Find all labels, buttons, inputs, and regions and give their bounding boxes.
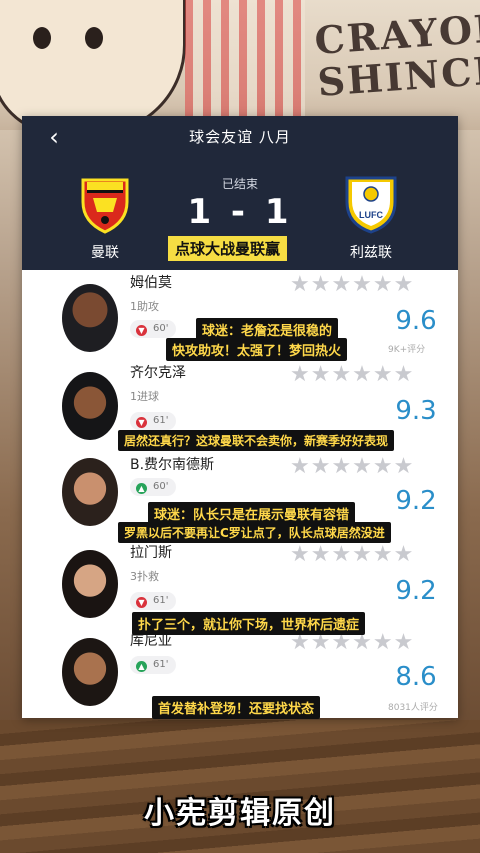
player-name: 齐尔克泽 [130, 365, 186, 381]
caption-line: 快攻助攻！太强了！梦回热火 [166, 338, 348, 361]
star-rating-icon[interactable]: ★★★★★★ [290, 542, 414, 567]
away-team-name[interactable]: 利兹联 [326, 242, 416, 262]
player-avatar [62, 550, 118, 618]
player-rating: 9.6 [395, 306, 437, 336]
leeds-united-crest-icon: LUFC [345, 176, 397, 234]
caption-line: 扑了三个，就让你下场，世界杯后遗症 [132, 612, 366, 635]
page-title: 球会友谊 八月 [189, 128, 291, 146]
sub-off-icon: ▼ [136, 417, 147, 428]
sub-minute: 61' [153, 595, 169, 606]
player-avatar [62, 638, 118, 706]
star-rating-icon[interactable]: ★★★★★★ [290, 272, 414, 297]
home-team-crest[interactable] [70, 172, 140, 238]
player-name: 姆伯莫 [130, 275, 172, 291]
player-name: B.费尔南德斯 [130, 457, 215, 473]
player-rating: 8.6 [395, 662, 437, 692]
sub-minute: 60' [153, 323, 169, 334]
sub-minute: 61' [153, 415, 169, 426]
player-avatar [62, 372, 118, 440]
rating-count: 9K+评分 [388, 345, 426, 355]
substitution-pill: ▼ 61' [130, 592, 177, 610]
substitution-pill: ▼ 61' [130, 412, 177, 430]
rating-count: 8031人评分 [388, 703, 438, 713]
substitution-pill: ▲ 60' [130, 478, 177, 496]
player-stat: 1助攻 [130, 300, 159, 313]
sub-minute: 61' [153, 659, 169, 670]
sub-off-icon: ▼ [136, 597, 147, 608]
background-brand-text: CRAYON SHINCHAN [313, 4, 480, 105]
player-avatar [62, 284, 118, 352]
player-name: 拉门斯 [130, 545, 172, 561]
player-stat: 3扑救 [130, 570, 159, 583]
sub-minute: 60' [153, 481, 169, 492]
away-crest-text: LUFC [359, 210, 383, 220]
player-stat: 1进球 [130, 390, 159, 403]
sub-on-icon: ▲ [136, 661, 147, 672]
away-team-crest[interactable]: LUFC [336, 172, 406, 238]
background-pattern [185, 0, 305, 120]
caption-main: 点球大战曼联赢 [168, 236, 288, 261]
background-wood-table [0, 720, 480, 853]
substitution-pill: ▲ 61' [130, 656, 177, 674]
star-rating-icon[interactable]: ★★★★★★ [290, 454, 414, 479]
player-avatar [62, 458, 118, 526]
player-rating: 9.2 [395, 486, 437, 516]
manchester-united-crest-icon [81, 178, 129, 234]
caption-line: 首发替补登场！还要找状态 [152, 696, 321, 719]
sub-off-icon: ▼ [136, 325, 147, 336]
player-rating: 9.3 [395, 396, 437, 426]
substitution-pill: ▼ 60' [130, 320, 177, 338]
sub-on-icon: ▲ [136, 483, 147, 494]
player-rating: 9.2 [395, 576, 437, 606]
star-rating-icon[interactable]: ★★★★★★ [290, 362, 414, 387]
caption-line: 居然还真行？这球曼联不会卖你，新赛季好好表现 [118, 430, 395, 451]
home-team-name[interactable]: 曼联 [60, 242, 150, 262]
caption-line: 罗黑以后不要再让C罗让点了，队长点球居然没进 [118, 522, 391, 543]
watermark-text: 小宪剪辑原创 [144, 796, 336, 831]
